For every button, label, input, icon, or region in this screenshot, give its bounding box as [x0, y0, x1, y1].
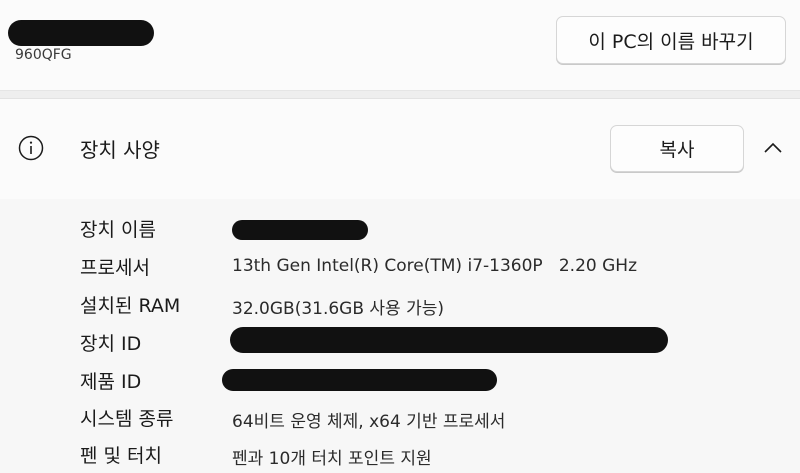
copy-specs-button[interactable]: 복사 [610, 125, 744, 172]
chevron-up-icon[interactable] [763, 141, 783, 155]
spec-label-ram: 설치된 RAM [80, 295, 181, 317]
redacted-product-id [222, 369, 497, 391]
section-divider [0, 91, 800, 98]
redacted-device-id [230, 327, 668, 353]
spec-label-pen-touch: 펜 및 터치 [80, 445, 162, 467]
device-name-suffix: 960QFG [15, 47, 72, 63]
spec-label-product-id: 제품 ID [80, 371, 142, 393]
device-specs-body: 장치 이름 프로세서 13th Gen Intel(R) Core(TM) i7… [0, 199, 800, 473]
device-name-card: 960QFG 이 PC의 이름 바꾸기 [0, 0, 800, 91]
rename-pc-button[interactable]: 이 PC의 이름 바꾸기 [556, 16, 786, 64]
redacted-device-name-value [232, 220, 368, 240]
info-icon [18, 135, 44, 161]
spec-value-ram: 32.0GB(31.6GB 사용 가능) [232, 299, 445, 319]
device-specs-title: 장치 사양 [80, 138, 160, 162]
spec-value-system-type: 64비트 운영 체제, x64 기반 프로세서 [232, 412, 506, 432]
spec-value-processor: 13th Gen Intel(R) Core(TM) i7-1360P 2.20… [232, 256, 638, 276]
spec-label-device-id: 장치 ID [80, 333, 142, 355]
redacted-device-name [8, 20, 154, 46]
spec-value-pen-touch: 펜과 10개 터치 포인트 지원 [232, 449, 432, 469]
spec-label-processor: 프로세서 [80, 257, 150, 279]
spec-label-device-name: 장치 이름 [80, 219, 156, 241]
spec-label-system-type: 시스템 종류 [80, 408, 174, 430]
